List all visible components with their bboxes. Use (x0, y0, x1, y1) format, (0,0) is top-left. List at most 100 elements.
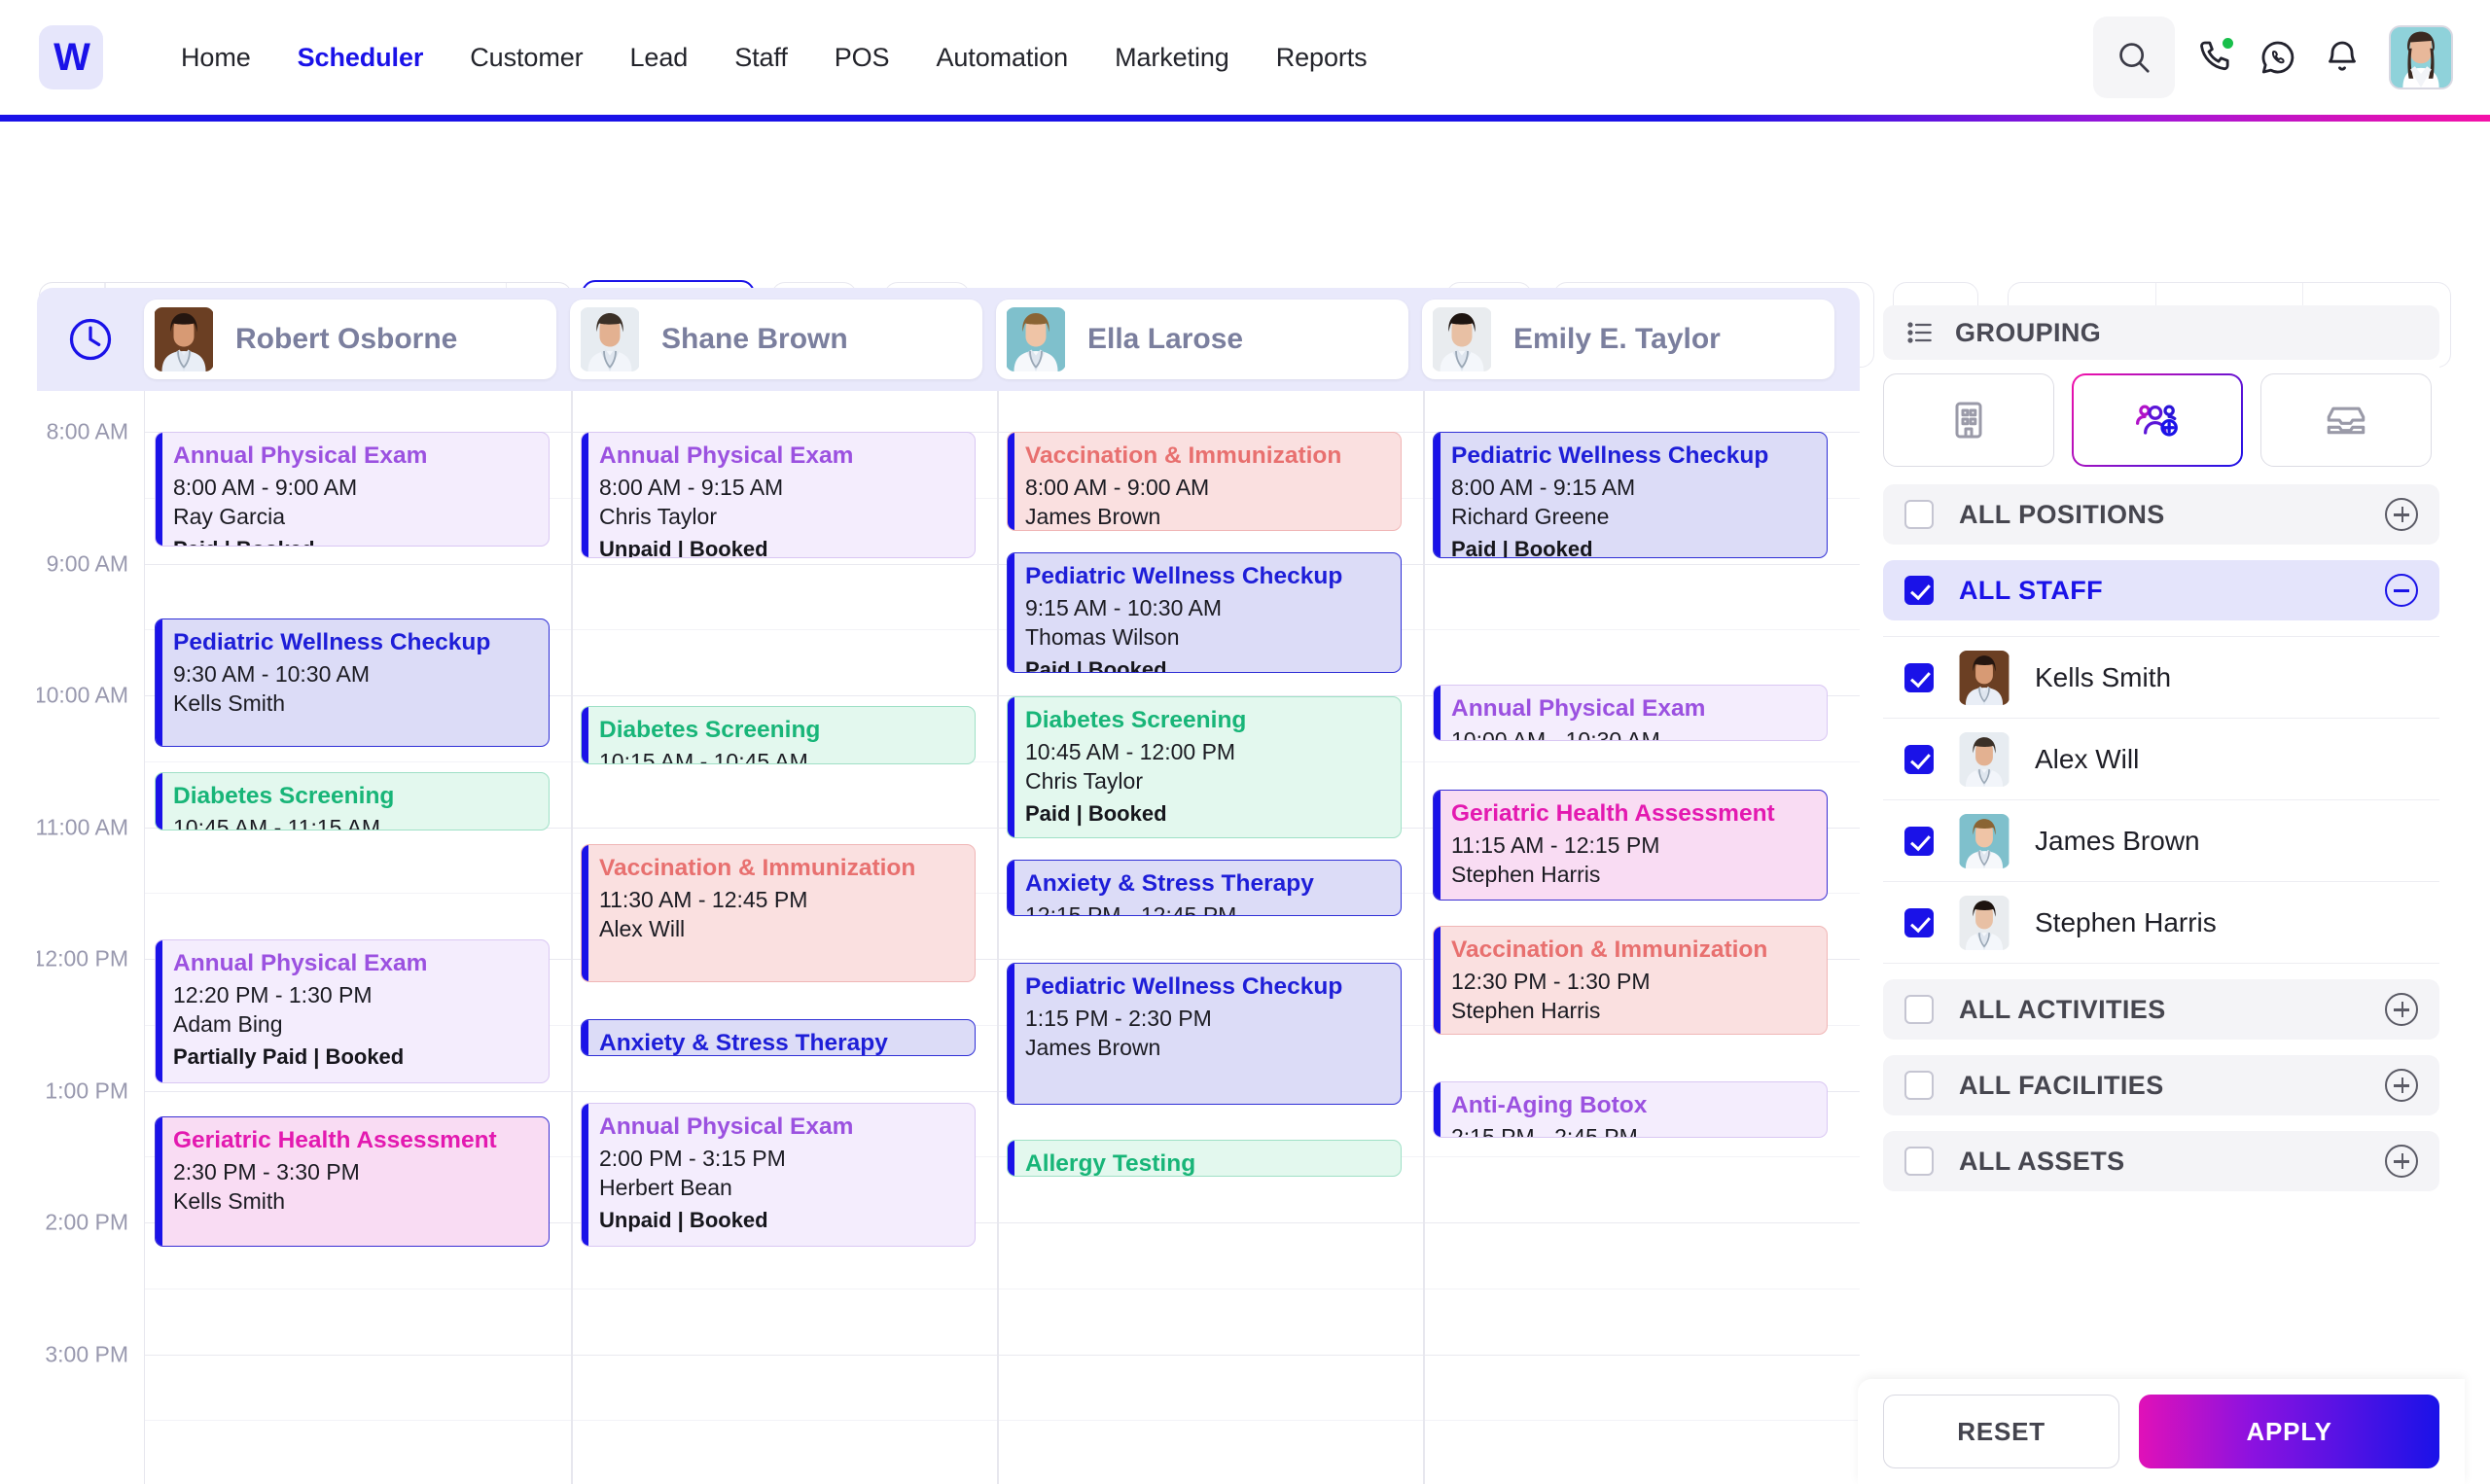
appointment-card[interactable]: Annual Physical Exam 10:00 AM - 10:30 AM (1433, 685, 1828, 741)
brand-accent-bar (0, 115, 2490, 122)
grouping-panel: GROUPING ALL POSITIONS ALL STAFF Kells S… (1883, 305, 2439, 1484)
staff-filter-item[interactable]: James Brown (1883, 800, 2439, 882)
staff-column-header[interactable]: Emily E. Taylor (1422, 300, 1834, 379)
all-assets-checkbox[interactable] (1904, 1147, 1934, 1176)
staff-avatar (1959, 813, 2010, 868)
tray-stack-icon (2327, 406, 2366, 435)
staff-filter-item[interactable]: Kells Smith (1883, 637, 2439, 719)
appointment-card[interactable]: Allergy Testing (1007, 1140, 1402, 1177)
appointment-card[interactable]: Vaccination & Immunization 12:30 PM - 1:3… (1433, 926, 1828, 1035)
call-button[interactable] (2188, 32, 2239, 83)
whatsapp-button[interactable] (2253, 32, 2303, 83)
nav-item-marketing[interactable]: Marketing (1091, 43, 1253, 73)
appointment-card[interactable]: Vaccination & Immunization 11:30 AM - 12:… (581, 844, 976, 982)
group-by-staff-button[interactable] (2072, 373, 2243, 467)
appointment-card[interactable]: Pediatric Wellness Checkup 8:00 AM - 9:15… (1433, 432, 1828, 558)
nav-item-reports[interactable]: Reports (1253, 43, 1391, 73)
appointment-card[interactable]: Pediatric Wellness Checkup 9:15 AM - 10:3… (1007, 552, 1402, 673)
search-button[interactable] (2093, 17, 2175, 98)
calendar-column-headers: Robert Osborne Shane Brown Ella Larose Emil… (37, 288, 1860, 391)
group-by-facility-button[interactable] (1883, 373, 2054, 467)
main-nav-links: Home Scheduler Customer Lead Staff POS A… (158, 43, 1391, 73)
nav-item-staff[interactable]: Staff (711, 43, 811, 73)
nav-item-scheduler[interactable]: Scheduler (274, 43, 447, 73)
filter-all-facilities[interactable]: ALL FACILITIES (1883, 1055, 2439, 1115)
nav-actions (2093, 17, 2453, 98)
appointment-client: Chris Taylor (1025, 767, 1143, 794)
app-logo[interactable]: W (39, 25, 103, 89)
all-staff-checkbox[interactable] (1904, 576, 1934, 605)
appointment-card[interactable]: Geriatric Health Assessment 11:15 AM - 12… (1433, 790, 1828, 901)
appointment-card[interactable]: Anxiety & Stress Therapy (581, 1019, 976, 1056)
nav-item-home[interactable]: Home (158, 43, 274, 73)
appointments-area[interactable]: Annual Physical Exam 8:00 AM - 9:00 AM Ray… (144, 391, 1860, 1484)
notifications-button[interactable] (2317, 32, 2367, 83)
appointment-card[interactable]: Annual Physical Exam 8:00 AM - 9:15 AM Chr… (581, 432, 976, 558)
top-navigation-bar: W Home Scheduler Customer Lead Staff POS… (0, 0, 2490, 115)
filter-all-staff[interactable]: ALL STAFF (1883, 560, 2439, 620)
plus-circle-icon[interactable] (2385, 498, 2418, 531)
filter-all-positions[interactable]: ALL POSITIONS (1883, 484, 2439, 545)
appointment-card[interactable]: Pediatric Wellness Checkup 9:30 AM - 10:3… (155, 618, 550, 747)
staff-filter-item[interactable]: Alex Will (1883, 719, 2439, 800)
appointment-title: Allergy Testing (1025, 1150, 1196, 1177)
appointment-card[interactable]: Diabetes Screening 10:15 AM - 10:45 AM (581, 706, 976, 764)
staff-group-icon (2136, 405, 2178, 437)
appointment-card[interactable]: Pediatric Wellness Checkup 1:15 PM - 2:30… (1007, 963, 1402, 1105)
filter-all-assets[interactable]: ALL ASSETS (1883, 1131, 2439, 1191)
nav-item-pos[interactable]: POS (811, 43, 913, 73)
nav-item-automation[interactable]: Automation (912, 43, 1091, 73)
appointment-title: Anxiety & Stress Therapy (599, 1030, 888, 1056)
apply-button[interactable]: APPLY (2139, 1395, 2439, 1468)
staff-checkbox[interactable] (1904, 662, 1934, 692)
appointment-title: Annual Physical Exam (173, 950, 428, 976)
clock-icon (69, 318, 112, 361)
appointment-title: Diabetes Screening (173, 783, 395, 809)
staff-checkbox[interactable] (1904, 907, 1934, 937)
appointment-card[interactable]: Annual Physical Exam 2:00 PM - 3:15 PM Her… (581, 1103, 976, 1247)
user-avatar[interactable] (2389, 25, 2453, 89)
reset-button[interactable]: RESET (1883, 1395, 2120, 1468)
appointment-card[interactable]: Annual Physical Exam 12:20 PM - 1:30 PM Ad… (155, 939, 550, 1083)
plus-circle-icon[interactable] (2385, 1069, 2418, 1102)
staff-filter-list: Kells Smith Alex Will James Brown Stephen H… (1883, 636, 2439, 964)
all-activities-checkbox[interactable] (1904, 995, 1934, 1024)
appointment-card[interactable]: Annual Physical Exam 8:00 AM - 9:00 AM Ray… (155, 432, 550, 547)
group-by-asset-button[interactable] (2260, 373, 2432, 467)
all-positions-checkbox[interactable] (1904, 500, 1934, 529)
appointment-time: 9:15 AM - 10:30 AM (1025, 594, 1223, 620)
appointment-status: Partially Paid | Booked (173, 1043, 405, 1069)
plus-circle-icon[interactable] (2385, 1145, 2418, 1178)
staff-checkbox[interactable] (1904, 826, 1934, 856)
timezone-clock[interactable] (37, 314, 144, 365)
bell-icon (2329, 41, 2356, 71)
all-facilities-checkbox[interactable] (1904, 1071, 1934, 1100)
appointment-card[interactable]: Vaccination & Immunization 8:00 AM - 9:00… (1007, 432, 1402, 531)
appointment-card[interactable]: Anxiety & Stress Therapy 12:15 PM - 12:45… (1007, 860, 1402, 916)
appointment-title: Vaccination & Immunization (1451, 936, 1768, 963)
staff-checkbox[interactable] (1904, 744, 1934, 774)
appointment-status: Unpaid | Booked (599, 536, 768, 558)
appointment-client: Thomas Wilson (1025, 623, 1180, 650)
nav-item-lead[interactable]: Lead (607, 43, 712, 73)
minus-circle-icon[interactable] (2385, 574, 2418, 607)
staff-photo (1959, 813, 2010, 868)
nav-item-customer[interactable]: Customer (446, 43, 606, 73)
staff-column-header[interactable]: Robert Osborne (144, 300, 556, 379)
appointment-client: James Brown (1025, 1034, 1161, 1060)
list-icon (1907, 322, 1932, 343)
filter-all-activities[interactable]: ALL ACTIVITIES (1883, 979, 2439, 1040)
staff-filter-item[interactable]: Stephen Harris (1883, 882, 2439, 964)
appointment-client: Stephen Harris (1451, 997, 1601, 1023)
appointment-card[interactable]: Diabetes Screening 10:45 AM - 12:00 PM Chr… (1007, 696, 1402, 838)
staff-column-header[interactable]: Shane Brown (570, 300, 982, 379)
grid-column-line (571, 391, 573, 1484)
appointment-card[interactable]: Diabetes Screening 10:45 AM - 11:15 AM (155, 772, 550, 830)
all-positions-label: ALL POSITIONS (1959, 499, 2165, 529)
appointment-card[interactable]: Anti-Aging Botox 2:15 PM - 2:45 PM (1433, 1081, 1828, 1138)
appointment-card[interactable]: Geriatric Health Assessment 2:30 PM - 3:3… (155, 1116, 550, 1247)
staff-photo (581, 307, 639, 371)
plus-circle-icon[interactable] (2385, 993, 2418, 1026)
grid-column-line (997, 391, 999, 1484)
staff-column-header[interactable]: Ella Larose (996, 300, 1408, 379)
